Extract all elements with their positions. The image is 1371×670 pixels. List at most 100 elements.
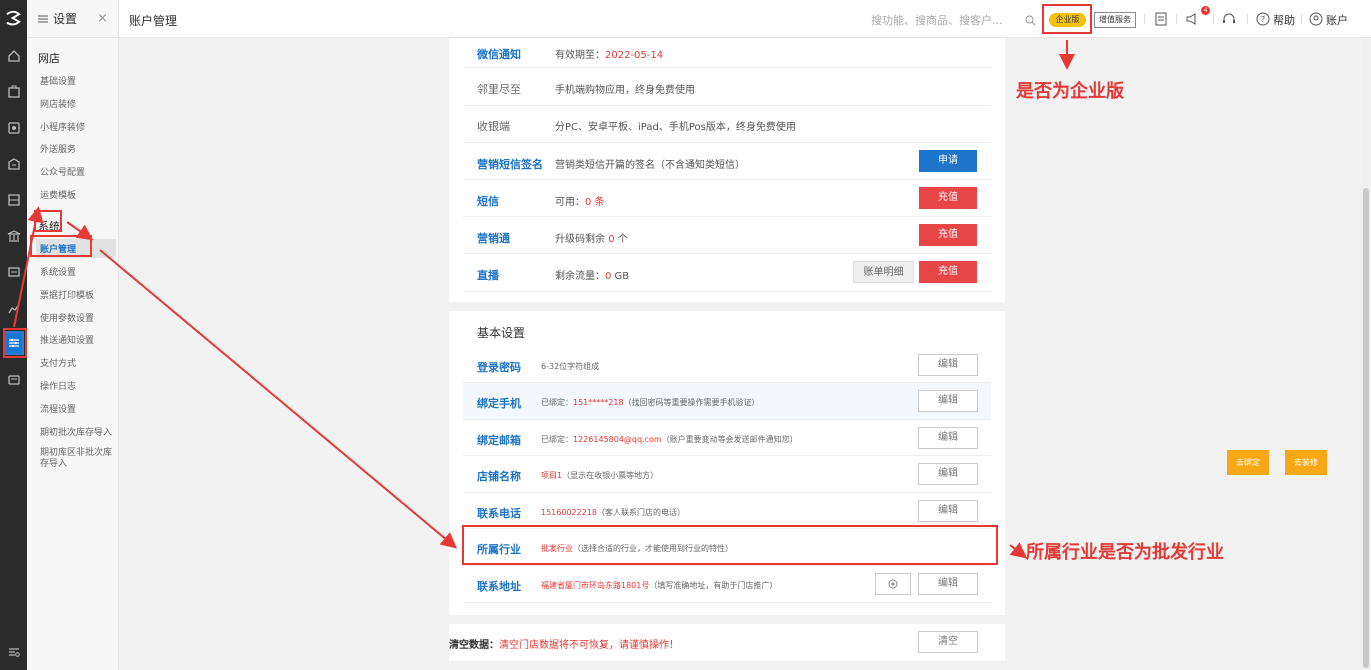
basic-settings-panel: 基本设置 登录密码 6-32位字符组成 编辑 绑定手机 已绑定：151*****… (449, 311, 1005, 615)
search-icon[interactable] (1025, 15, 1036, 26)
annotation-box-edition (1042, 4, 1092, 34)
divider (1247, 14, 1248, 24)
service-label: 直播 (477, 269, 499, 282)
annotation-box-industry (462, 525, 998, 565)
service-row: 直播 剩余流量：0 GB 账单明细 充值 (463, 254, 991, 292)
search-input[interactable]: 搜功能、搜商品、搜客户... (871, 9, 1036, 31)
setting-label: 绑定手机 (477, 397, 521, 410)
clipboard-icon[interactable] (1153, 11, 1169, 27)
service-label: 营销通 (477, 232, 510, 245)
clear-label: 清空数据：清空门店数据将不可恢复，请谨慎操作！ (449, 640, 679, 651)
service-label: 微信通知 (477, 48, 521, 61)
customer-service-icon[interactable] (1221, 11, 1237, 27)
setting-row: 登录密码 6-32位字符组成 编辑 (463, 347, 991, 383)
account-link[interactable]: 账户 (1326, 12, 1348, 28)
sidebar-item[interactable]: 流程设置 (40, 402, 76, 415)
sidebar-group-title: 网店 (38, 52, 60, 65)
chart-icon[interactable] (4, 298, 23, 317)
edit-button[interactable]: 编辑 (918, 354, 978, 376)
bill-detail-button[interactable]: 账单明细 (853, 261, 914, 283)
service-row: 邻里尽至 手机端购物应用，终身免费使用 (463, 68, 991, 106)
announcement-icon[interactable] (1185, 11, 1201, 27)
setting-label: 联系电话 (477, 507, 521, 520)
setting-value: 项目1（显示在收银小票等地方） (541, 471, 659, 480)
sidebar-item[interactable]: 操作日志 (40, 379, 76, 392)
help-link[interactable]: 帮助 (1273, 12, 1295, 28)
top-bar: 账户管理 搜功能、搜商品、搜客户... 企业版 增值服务 4 ? 帮助 账户 (119, 0, 1371, 38)
recharge-button[interactable]: 充值 (919, 187, 977, 209)
service-row: 微信通知 有效期至：2022-05-14 (463, 38, 991, 68)
settings-list-icon (38, 15, 48, 22)
edit-button[interactable]: 编辑 (918, 427, 978, 449)
sidebar-item[interactable]: 运费模板 (40, 188, 76, 201)
setting-row: 联系电话 15160022218（客人联系门店的电话） 编辑 (463, 493, 991, 529)
report-icon[interactable] (4, 262, 23, 281)
message-icon[interactable] (4, 370, 23, 389)
value-added-button[interactable]: 增值服务 (1094, 12, 1136, 28)
service-desc: 分PC、安卓平板、iPad、手机Pos版本，终身免费使用 (555, 122, 796, 133)
sidebar-item[interactable]: 期初库区非批次库存导入 (40, 448, 112, 470)
clear-button[interactable]: 清空 (918, 631, 978, 653)
setting-label: 联系地址 (477, 580, 521, 593)
clear-data-panel: 清空数据：清空门店数据将不可恢复，请谨慎操作！ 清空 (449, 624, 1005, 661)
apply-button[interactable]: 申请 (919, 150, 977, 172)
setting-row: 绑定邮箱 已绑定：1226145804@qq.com（账户重要变动等会发送邮件通… (463, 420, 991, 456)
edit-button[interactable]: 编辑 (918, 573, 978, 595)
annotation-text-enterprise: 是否为企业版 (1016, 81, 1124, 102)
menu-search-icon[interactable] (4, 642, 23, 661)
setting-label: 绑定邮箱 (477, 434, 521, 447)
setting-value: 已绑定：1226145804@qq.com（账户重要变动等会发送邮件通知您） (541, 435, 798, 444)
home-icon[interactable] (4, 46, 23, 65)
service-desc: 营销类短信开篇的签名（不含通知类短信） (555, 160, 745, 171)
scrollbar[interactable] (1361, 38, 1371, 670)
inventory-icon[interactable] (4, 190, 23, 209)
setting-row: 店铺名称 项目1（显示在收银小票等地方） 编辑 (463, 456, 991, 493)
sidebar-item[interactable]: 系统设置 (40, 265, 76, 278)
bind-button[interactable]: 去绑定 (1227, 450, 1269, 475)
service-desc: 有效期至：2022-05-14 (555, 50, 664, 61)
sidebar-item[interactable]: 网店装修 (40, 97, 76, 110)
sidebar-item[interactable]: 票据打印模板 (40, 288, 94, 301)
scrollbar-thumb[interactable] (1363, 188, 1369, 668)
recharge-button[interactable]: 充值 (919, 261, 977, 283)
close-icon[interactable]: × (97, 11, 108, 26)
svg-text:?: ? (1261, 15, 1265, 24)
sidebar-item[interactable]: 支付方式 (40, 356, 76, 369)
setting-label: 登录密码 (477, 361, 521, 374)
edit-button[interactable]: 编辑 (918, 390, 978, 412)
decorate-button[interactable]: 去装修 (1285, 450, 1327, 475)
sidebar-item[interactable]: 公众号配置 (40, 165, 85, 178)
annotation-box-settings (3, 328, 27, 358)
store-icon[interactable] (4, 154, 23, 173)
sidebar-header: 设置 × (27, 0, 118, 38)
arrow-to-industry (99, 249, 458, 549)
app-logo-icon[interactable] (4, 8, 23, 28)
services-panel: 微信通知 有效期至：2022-05-14 邻里尽至 手机端购物应用，终身免费使用… (449, 38, 1005, 302)
notification-badge: 4 (1201, 6, 1210, 15)
setting-value: 6-32位字符组成 (541, 362, 600, 371)
sidebar-item[interactable]: 基础设置 (40, 74, 76, 87)
setting-label: 店铺名称 (477, 470, 521, 483)
bank-icon[interactable] (4, 226, 23, 245)
service-row: 营销通 升级码剩余 0 个 充值 (463, 217, 991, 254)
user-icon[interactable] (1308, 11, 1324, 27)
settings-sidebar: 设置 × 网店 基础设置 网店装修 小程序装修 外送服务 公众号配置 运费模板 … (27, 0, 119, 670)
divider (1176, 14, 1177, 24)
page-title: 账户管理 (129, 14, 178, 28)
sidebar-item[interactable]: 期初批次库存导入 (40, 425, 112, 438)
sidebar-item[interactable]: 推送通知设置 (40, 333, 94, 346)
sidebar-item[interactable]: 小程序装修 (40, 120, 85, 133)
order-icon[interactable] (4, 118, 23, 137)
sidebar-title: 设置 (53, 12, 78, 26)
edit-button[interactable]: 编辑 (918, 463, 978, 485)
sidebar-item[interactable]: 外送服务 (40, 142, 76, 155)
goods-icon[interactable] (4, 82, 23, 101)
sidebar-item[interactable]: 使用参数设置 (40, 311, 94, 324)
service-desc: 可用：0 条 (555, 197, 605, 208)
location-button[interactable] (875, 573, 911, 595)
recharge-button[interactable]: 充值 (919, 224, 977, 246)
service-desc: 剩余流量：0 GB (555, 271, 630, 282)
arrow-industry-label (1009, 542, 1028, 559)
edit-button[interactable]: 编辑 (918, 500, 978, 522)
help-icon[interactable]: ? (1255, 11, 1271, 27)
